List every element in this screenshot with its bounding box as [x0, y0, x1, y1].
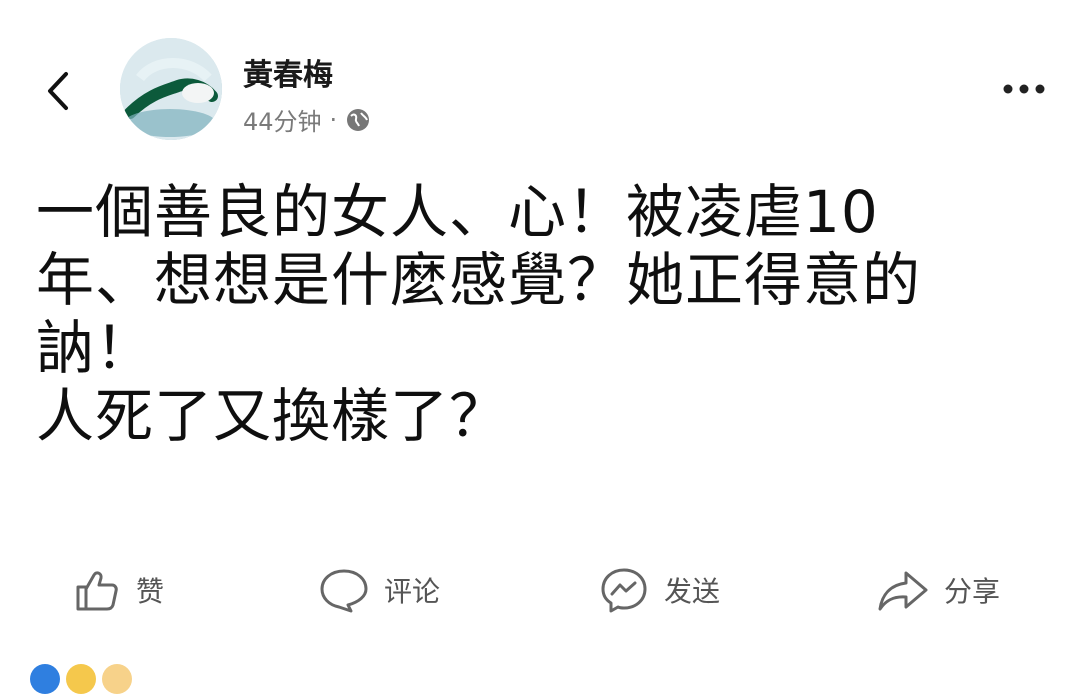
comment-label: 评论: [384, 575, 441, 608]
chevron-left-icon: [48, 72, 68, 110]
send-label: 发送: [664, 575, 721, 608]
meta-separator: ·: [329, 105, 338, 134]
post-body: 一個善良的女人、心！被凌虐10 年、想想是什麼感覺？她正得意的 訥！ 人死了又換…: [36, 178, 1056, 450]
share-button[interactable]: 分享: [876, 565, 1000, 615]
send-button[interactable]: 发送: [598, 565, 720, 615]
share-label: 分享: [944, 575, 1001, 608]
share-arrow-icon: [878, 571, 928, 611]
comment-button[interactable]: 评论: [318, 565, 440, 615]
author-name[interactable]: 黃春梅: [243, 50, 333, 94]
back-button[interactable]: [40, 66, 80, 116]
messenger-icon: [601, 568, 647, 613]
reactions-summary[interactable]: [30, 664, 132, 694]
post-time[interactable]: 44分钟: [243, 102, 322, 137]
more-dots-icon: [1003, 84, 1045, 94]
globe-icon: [347, 108, 370, 131]
avatar-image: [120, 38, 222, 140]
like-reaction-icon: [30, 664, 60, 694]
post-line: 人死了又換樣了？: [36, 382, 509, 450]
like-button[interactable]: 赞: [72, 565, 164, 615]
comment-bubble-icon: [320, 569, 368, 613]
haha-reaction-icon: [66, 664, 96, 694]
post-line: 年、想想是什麼感覺？她正得意的: [36, 246, 922, 314]
post-line: 一個善良的女人、心！被凌虐10: [36, 178, 879, 246]
more-options-button[interactable]: [999, 76, 1049, 102]
avatar[interactable]: [120, 38, 222, 140]
post-meta: 44分钟 ·: [243, 102, 371, 137]
like-label: 赞: [136, 575, 165, 608]
post-line: 訥！: [36, 314, 155, 382]
sad-reaction-icon: [102, 664, 132, 694]
action-bar: 赞 评论 发送 分享: [0, 560, 1085, 620]
thumbs-up-icon: [76, 571, 118, 611]
